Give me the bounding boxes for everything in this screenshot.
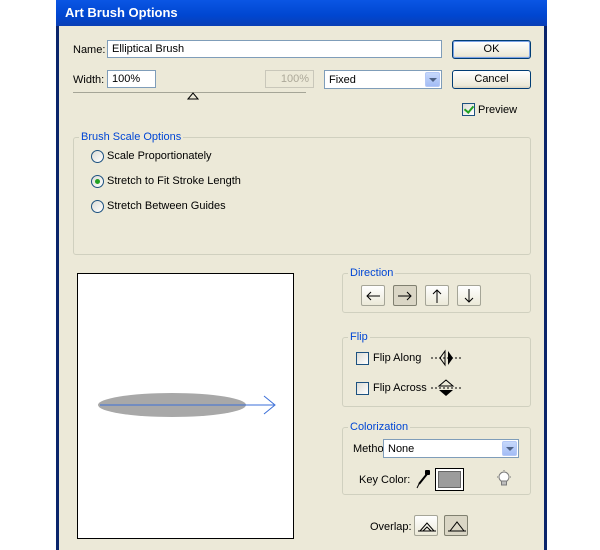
cancel-button[interactable]: Cancel — [452, 70, 531, 89]
flip-across-checkbox[interactable] — [356, 382, 369, 395]
flip-title: Flip — [348, 331, 370, 343]
direction-left-button[interactable] — [361, 285, 385, 306]
elliptical-brush-preview — [98, 393, 276, 417]
direction-group: Direction — [342, 267, 531, 313]
overlap-no-adjust-icon — [448, 521, 466, 532]
arrow-up-icon — [432, 289, 442, 303]
preview-label: Preview — [478, 104, 518, 116]
stretch-to-fit-radio[interactable] — [91, 175, 104, 188]
brush-scale-options-group: Brush Scale Options Scale Proportionatel… — [73, 131, 531, 255]
key-color-fill — [438, 471, 461, 488]
lightbulb-tips-icon[interactable] — [496, 470, 512, 488]
direction-down-button[interactable] — [457, 285, 481, 306]
width-variation-input: 100% — [265, 70, 314, 88]
flip-along-checkbox[interactable] — [356, 352, 369, 365]
direction-title: Direction — [348, 267, 396, 279]
width-mode-value: Fixed — [329, 74, 356, 86]
stretch-between-guides-label: Stretch Between Guides — [107, 200, 226, 212]
stretch-between-guides-radio[interactable] — [91, 200, 104, 213]
flip-across-label: Flip Across — [373, 382, 427, 394]
colorization-method-select[interactable]: None — [383, 439, 519, 458]
key-color-label: Key Color: — [359, 474, 411, 486]
overlap-label: Overlap: — [370, 521, 412, 533]
dialog-body: Name: Elliptical Brush OK Width: 100% 10… — [59, 26, 544, 550]
direction-up-button[interactable] — [425, 285, 449, 306]
preview-checkbox[interactable] — [462, 103, 475, 116]
flip-across-icon — [431, 379, 461, 396]
flip-along-label: Flip Along — [373, 352, 422, 364]
flip-group: Flip Flip Along Flip Across — [342, 331, 531, 407]
name-label: Name: — [73, 44, 106, 56]
chevron-down-icon[interactable] — [502, 441, 517, 456]
overlap-no-adjust-button[interactable] — [444, 515, 468, 536]
arrow-left-icon — [366, 291, 380, 301]
scale-proportionately-radio[interactable] — [91, 150, 104, 163]
overlap-adjust-button[interactable] — [414, 515, 438, 536]
window-title: Art Brush Options — [65, 5, 178, 20]
colorization-group: Colorization Method: None Key Color: — [342, 421, 531, 495]
width-slider-thumb[interactable] — [187, 92, 199, 100]
overlap-adjust-icon — [418, 522, 436, 532]
stretch-to-fit-label: Stretch to Fit Stroke Length — [107, 175, 241, 187]
key-color-swatch[interactable] — [435, 468, 464, 491]
direction-right-button[interactable] — [393, 285, 417, 306]
arrow-down-icon — [464, 289, 474, 303]
title-bar[interactable]: Art Brush Options — [56, 0, 547, 26]
flip-along-icon — [431, 349, 461, 367]
method-value: None — [388, 443, 415, 455]
art-brush-options-dialog: Art Brush Options Name: Elliptical Brush… — [56, 0, 547, 550]
width-input[interactable]: 100% — [107, 70, 156, 88]
name-input[interactable]: Elliptical Brush — [107, 40, 442, 58]
chevron-down-icon[interactable] — [425, 72, 440, 87]
brush-preview — [77, 273, 294, 539]
eyedropper-icon[interactable] — [416, 469, 432, 489]
arrow-right-icon — [398, 291, 412, 301]
width-label: Width: — [73, 74, 105, 86]
brush-scale-options-title: Brush Scale Options — [79, 131, 184, 143]
width-mode-select[interactable]: Fixed — [324, 70, 442, 89]
ok-button[interactable]: OK — [452, 40, 531, 59]
scale-proportionately-label: Scale Proportionately — [107, 150, 212, 162]
colorization-title: Colorization — [348, 421, 411, 433]
